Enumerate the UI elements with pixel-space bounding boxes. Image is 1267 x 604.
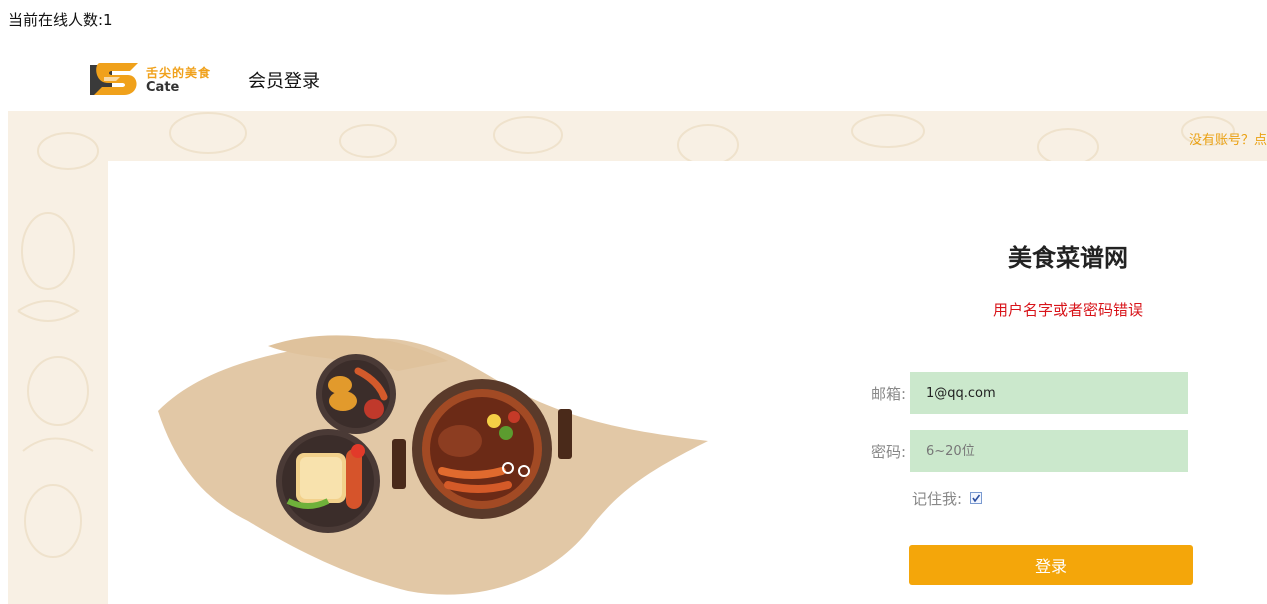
- online-count: 当前在线人数:1: [8, 11, 113, 29]
- bbq-food-illustration: [158, 335, 708, 595]
- logo-english-text: Cate: [146, 80, 180, 95]
- page-title: 会员登录: [248, 71, 320, 92]
- remember-me-label: 记住我:: [912, 490, 963, 508]
- cate-logo-icon: [90, 63, 138, 95]
- email-label: 邮箱:: [870, 385, 906, 403]
- login-button[interactable]: 登录: [909, 545, 1193, 585]
- password-label: 密码:: [870, 443, 906, 461]
- register-link[interactable]: 没有账号？点: [1189, 129, 1267, 148]
- login-error-message: 用户名字或者密码错误: [992, 301, 1143, 319]
- email-field[interactable]: [910, 372, 1188, 414]
- password-field[interactable]: [910, 430, 1188, 472]
- remember-me-checkbox[interactable]: [970, 492, 982, 504]
- logo-chinese-text: 舌尖的美食: [146, 66, 212, 80]
- checkmark-icon: [972, 494, 981, 503]
- site-logo[interactable]: 舌尖的美食 Cate: [90, 61, 235, 97]
- login-background: 没有账号？点 美食菜谱网 用户名字或者密码错误 邮箱: 1@qq.com 密码:…: [8, 111, 1267, 604]
- site-title: 美食菜谱网: [1008, 244, 1128, 272]
- login-panel: 美食菜谱网 用户名字或者密码错误 邮箱: 密码: 记住我: 登录: [108, 161, 1267, 604]
